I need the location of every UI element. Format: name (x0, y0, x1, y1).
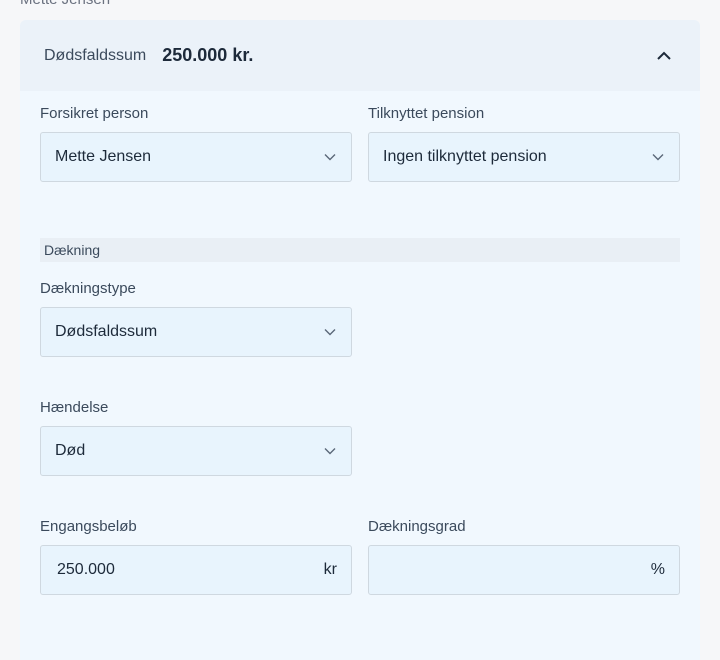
event-select[interactable]: Død (40, 426, 352, 476)
event-label: Hændelse (40, 399, 109, 416)
insured-person-select[interactable]: Mette Jensen (40, 132, 352, 182)
chevron-down-icon (324, 329, 336, 336)
card-header[interactable]: Dødsfaldssum 250.000 kr. (20, 20, 700, 91)
coverage-amount: 250.000 kr. (162, 45, 254, 65)
coverage-type-label: Dækningstype (40, 280, 136, 297)
lump-sum-input[interactable]: 250.000 kr (40, 545, 352, 595)
insured-person-label: Forsikret person (40, 105, 149, 122)
coverage-degree-input[interactable]: % (368, 545, 680, 595)
linked-pension-label: Tilknyttet pension (368, 105, 485, 122)
chevron-down-icon (324, 154, 336, 161)
chevron-up-icon (657, 51, 671, 60)
linked-pension-select[interactable]: Ingen tilknyttet pension (368, 132, 680, 182)
linked-pension-value: Ingen tilknyttet pension (383, 148, 547, 165)
event-value: Død (55, 442, 86, 459)
coverage-type-value: Dødsfaldssum (55, 323, 158, 340)
insured-person-value: Mette Jensen (55, 148, 152, 165)
coverage-type-select[interactable]: Dødsfaldssum (40, 307, 352, 357)
coverage-section-header: Dækning (40, 238, 680, 262)
collapse-button[interactable] (652, 44, 676, 68)
lump-sum-label: Engangsbeløb (40, 518, 137, 535)
lump-sum-value: 250.000 (57, 561, 115, 578)
coverage-card: Dødsfaldssum 250.000 kr. Forsikret perso… (20, 20, 700, 660)
coverage-degree-suffix: % (650, 561, 665, 578)
coverage-title: Dødsfaldssum (44, 46, 147, 64)
coverage-degree-label: Dækningsgrad (368, 518, 466, 535)
chevron-down-icon (324, 448, 336, 455)
previous-item-name: Mette Jensen (20, 0, 110, 8)
chevron-down-icon (652, 154, 664, 161)
lump-sum-suffix: kr (323, 561, 337, 578)
